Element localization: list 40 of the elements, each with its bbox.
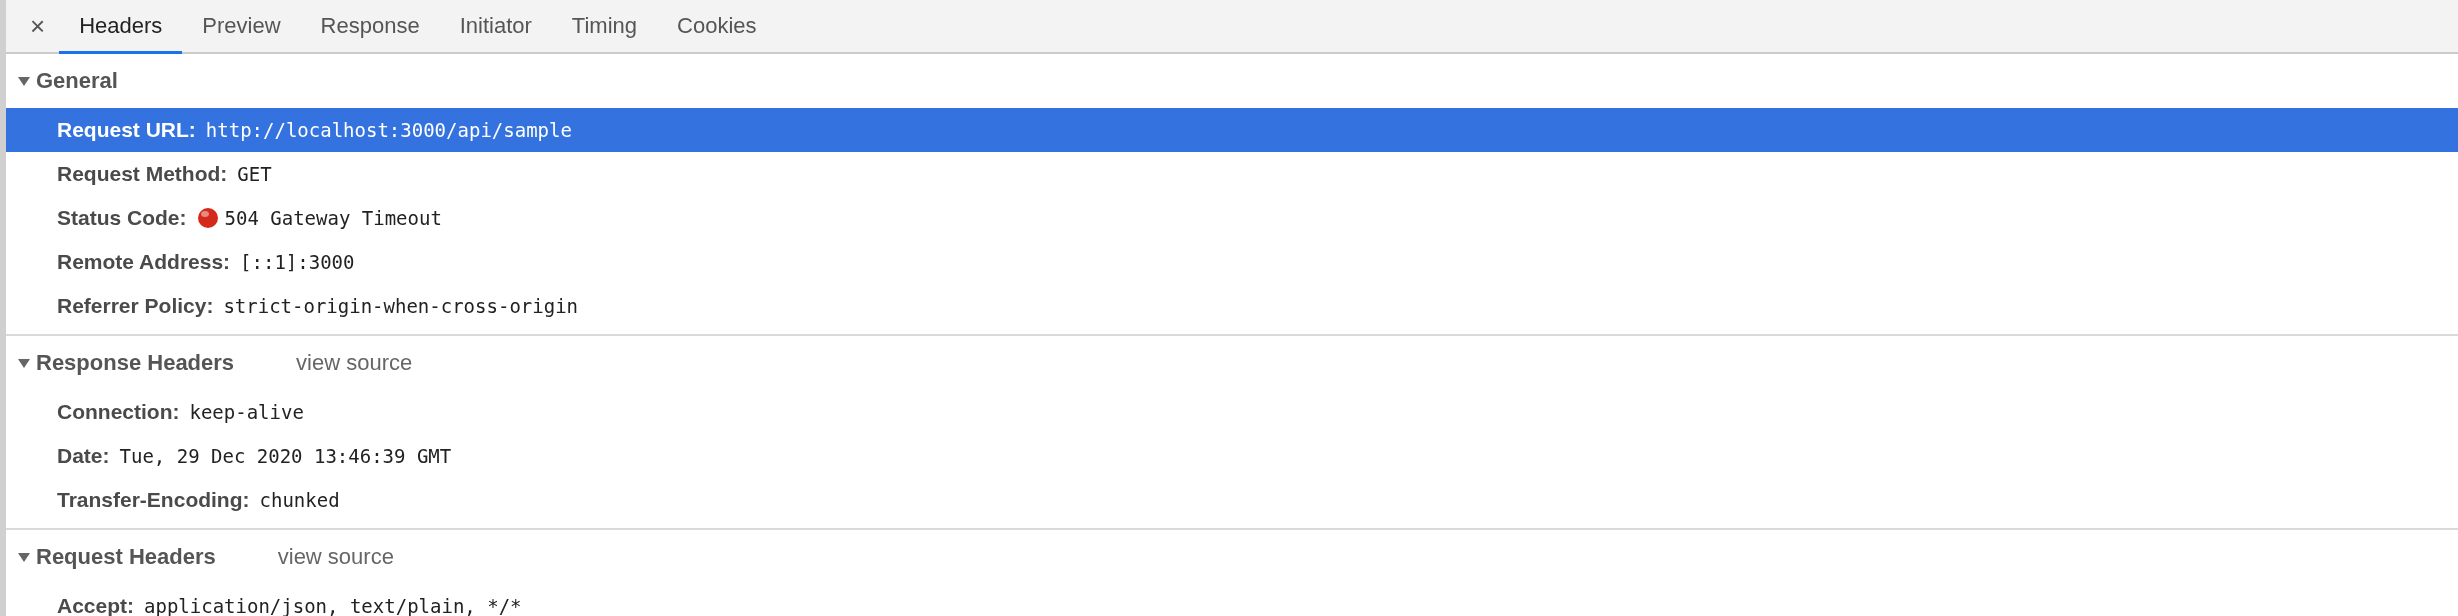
header-name: Connection: bbox=[57, 400, 180, 424]
view-source-link[interactable]: view source bbox=[296, 350, 413, 376]
header-row[interactable]: Date: Tue, 29 Dec 2020 13:46:39 GMT bbox=[6, 434, 2458, 478]
view-source-link[interactable]: view source bbox=[277, 544, 394, 570]
tab[interactable]: Headers bbox=[59, 0, 183, 54]
status-dot-icon bbox=[197, 208, 218, 228]
header-row[interactable]: Referrer Policy: strict-origin-when-cross-origin bbox=[6, 284, 2458, 328]
header-value: Tue, 29 Dec 2020 13:46:39 GMT bbox=[119, 445, 452, 467]
collapse-triangle-icon[interactable] bbox=[18, 357, 30, 369]
section-title[interactable]: Request Headers bbox=[36, 544, 216, 570]
header-name: Transfer-Encoding: bbox=[57, 488, 250, 512]
header-row[interactable]: Status Code: 504 Gateway Timeout bbox=[6, 196, 2458, 240]
header-name: Request Method: bbox=[57, 162, 228, 186]
header-name: Remote Address: bbox=[57, 250, 231, 274]
header-row[interactable]: Connection: keep-alive bbox=[6, 390, 2458, 434]
close-button[interactable]: × bbox=[16, 0, 60, 52]
header-row[interactable]: Transfer-Encoding: chunked bbox=[6, 478, 2458, 522]
tab[interactable]: Cookies bbox=[657, 0, 777, 54]
header-name: Status Code: bbox=[57, 206, 187, 230]
section-title[interactable]: Response Headers bbox=[36, 350, 235, 376]
header-row[interactable]: Remote Address: [::1]:3000 bbox=[6, 240, 2458, 284]
header-name: Referrer Policy: bbox=[57, 294, 214, 318]
tab[interactable]: Initiator bbox=[439, 0, 552, 54]
header-row[interactable]: Request URL: http://localhost:3000/api/sample bbox=[6, 108, 2458, 152]
section-title[interactable]: General bbox=[36, 68, 118, 94]
header-name: Date: bbox=[57, 444, 110, 468]
header-value: 504 Gateway Timeout bbox=[224, 207, 442, 229]
header-value: keep-alive bbox=[189, 401, 304, 423]
header-value: [::1]:3000 bbox=[240, 251, 355, 273]
tab[interactable]: Preview bbox=[182, 0, 301, 54]
header-row[interactable]: Request Method: GET bbox=[6, 152, 2458, 196]
header-value: chunked bbox=[259, 489, 340, 511]
collapse-triangle-icon[interactable] bbox=[18, 75, 30, 87]
header-value: http://localhost:3000/api/sample bbox=[205, 119, 572, 141]
tab[interactable]: Timing bbox=[551, 0, 658, 54]
collapse-triangle-icon[interactable] bbox=[18, 551, 30, 563]
tab[interactable]: Response bbox=[300, 0, 440, 54]
header-name: Request URL: bbox=[57, 118, 196, 142]
header-value: GET bbox=[237, 163, 272, 185]
header-value: strict-origin-when-cross-origin bbox=[223, 295, 578, 317]
